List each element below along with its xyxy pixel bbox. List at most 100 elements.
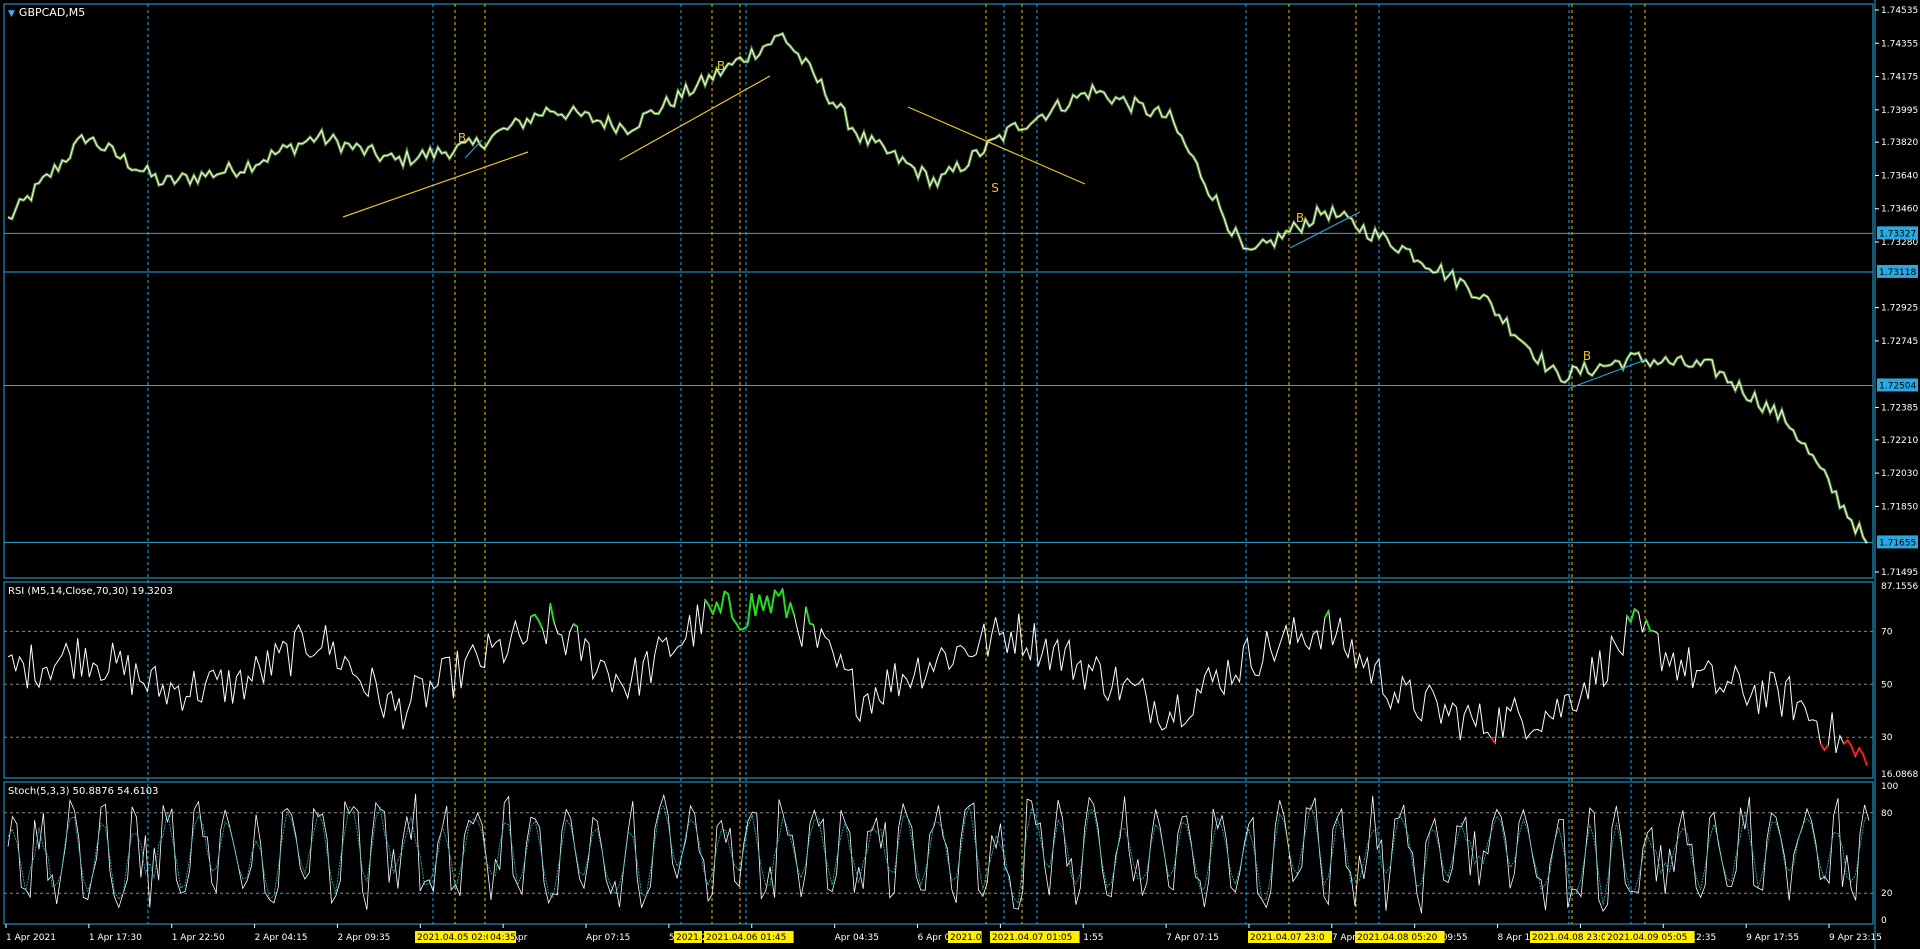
price-tick-label: 1.73280 <box>1881 238 1918 248</box>
stoch-signal-line <box>7 804 1870 906</box>
dropdown-triangle-icon[interactable]: ▼ <box>8 9 15 19</box>
time-axis-label: 2 Apr 04:15 <box>255 933 308 943</box>
time-axis-label: 9 Apr 23:15 <box>1829 933 1882 943</box>
rsi-oversold-segment <box>1862 754 1868 766</box>
rsi-overbought-segment <box>804 606 811 624</box>
time-axis-label: 7 Apr <box>1332 933 1356 943</box>
stoch-label: Stoch(5,3,3) 50.8876 54.6103 <box>8 786 159 797</box>
signal-marker: B <box>458 131 466 145</box>
time-highlight-label: 04:35 <box>490 933 516 943</box>
price-tick-label: 1.73995 <box>1881 106 1918 116</box>
price-panel-frame <box>3 3 1874 579</box>
time-axis-label: 7 Apr 07:15 <box>1166 933 1219 943</box>
rsi-overbought-segment <box>758 594 765 611</box>
price-tick-label: 1.72030 <box>1881 469 1918 479</box>
rsi-oversold-segment <box>1854 747 1861 757</box>
rsi-overbought-segment <box>1323 610 1330 619</box>
rsi-overbought-segment <box>1633 608 1640 613</box>
price-line-glow <box>7 31 1869 545</box>
price-tick-label: 1.71495 <box>1881 568 1918 578</box>
rsi-oversold-segment <box>1858 747 1864 755</box>
rsi-axis-label: 30 <box>1881 733 1893 743</box>
level-price-label: 1.72504 <box>1879 381 1916 391</box>
stoch-axis-label: 80 <box>1881 809 1893 819</box>
price-tick-label: 1.74175 <box>1881 73 1918 83</box>
rsi-oversold-segment <box>1490 737 1497 744</box>
symbol-label: GBPCAD,M5 <box>18 6 86 19</box>
rsi-line <box>7 587 1868 766</box>
level-price-label: 1.71655 <box>1879 538 1916 548</box>
price-tick-label: 1.72925 <box>1881 304 1918 314</box>
rsi-overbought-segment <box>537 620 544 630</box>
rsi-overbought-segment <box>789 602 796 616</box>
price-tick-label: 1.71850 <box>1881 502 1918 512</box>
time-axis-label: 1 Apr 17:30 <box>89 933 142 943</box>
signal-marker: B <box>1583 349 1591 363</box>
rsi-overbought-segment <box>731 617 737 624</box>
rsi-overbought-segment <box>750 592 757 617</box>
rsi-oversold-segment <box>1819 742 1826 751</box>
time-highlight-label: 2021.04.09 05:05 <box>1607 933 1687 943</box>
time-axis-label: 1:55 <box>1083 933 1103 943</box>
time-axis-label: 2 Apr 09:35 <box>337 933 390 943</box>
rsi-overbought-segment <box>530 613 536 618</box>
price-tick-label: 1.72210 <box>1881 436 1918 446</box>
price-tick-label: 1.73820 <box>1881 138 1918 148</box>
rsi-overbought-segment <box>1645 619 1652 631</box>
price-tick-label: 1.73460 <box>1881 205 1918 215</box>
rsi-oversold-segment <box>1823 744 1830 751</box>
rsi-overbought-segment <box>754 594 761 617</box>
price-tick-label: 1.74355 <box>1881 39 1918 49</box>
rsi-overbought-segment <box>572 623 578 628</box>
rsi-axis-label: 70 <box>1881 627 1893 637</box>
rsi-overbought-segment <box>785 602 792 619</box>
time-axis-label: Apr 07:15 <box>586 933 630 943</box>
rsi-axis-label: 16.0868 <box>1881 770 1918 780</box>
stoch-axis-label: 20 <box>1881 889 1893 899</box>
rsi-overbought-segment <box>735 622 741 631</box>
time-highlight-label: 2021.04.06 01:45 <box>706 933 786 943</box>
level-price-label: 1.73327 <box>1879 229 1916 239</box>
stoch-axis-label: 100 <box>1881 782 1898 792</box>
stoch-panel-frame <box>3 781 1874 925</box>
price-line <box>7 33 1868 544</box>
price-tick-label: 1.72745 <box>1881 337 1918 347</box>
price-tick-label: 1.74535 <box>1881 6 1918 16</box>
signal-marker: B <box>717 59 725 73</box>
rsi-label: RSI (M5,14,Close,70,30) 19.3203 <box>8 586 173 597</box>
rsi-axis-label: 50 <box>1881 680 1893 690</box>
rsi-overbought-segment <box>781 588 788 619</box>
trendline <box>907 106 1086 185</box>
rsi-overbought-segment <box>769 590 776 614</box>
rsi-panel-frame <box>3 581 1874 779</box>
rsi-overbought-segment <box>533 613 540 622</box>
trendline <box>342 151 529 218</box>
time-highlight-label: 2021.04.08 23:00 <box>1532 933 1613 943</box>
symbol-title[interactable]: ▼ GBPCAD,M5 <box>8 6 85 19</box>
time-highlight-label: 2021.04.05 02:00 <box>417 933 498 943</box>
level-price-label: 1.73118 <box>1879 268 1916 278</box>
rsi-oversold-segment <box>1846 739 1853 747</box>
rsi-overbought-segment <box>739 628 745 631</box>
rsi-overbought-segment <box>766 595 772 614</box>
time-axis-label: 1 Apr 22:50 <box>172 933 225 943</box>
time-axis-label: 9 Apr 17:55 <box>1746 933 1799 943</box>
time-highlight-label: 2021.0 <box>950 933 982 943</box>
signal-marker: S <box>991 181 999 195</box>
rsi-overbought-segment <box>711 602 718 615</box>
rsi-overbought-segment <box>762 595 769 611</box>
time-highlight-label: 2021.04.08 05:20 <box>1357 933 1438 943</box>
chart-canvas: 1.74535 1.74355 1.74175 1.73995 1.73820 1.736… <box>3 0 1918 949</box>
rsi-oversold-segment <box>1850 745 1857 757</box>
rsi-overbought-segment <box>549 602 556 623</box>
rsi-overbought-segment <box>809 622 814 626</box>
rsi-overbought-segment <box>704 599 710 607</box>
rsi-overbought-segment <box>719 591 726 613</box>
time-axis-label: 1 Apr 2021 <box>6 933 56 943</box>
signal-marker: B <box>1296 211 1304 225</box>
rsi-overbought-segment <box>1649 629 1655 633</box>
time-highlight-label: 2021. <box>676 933 702 943</box>
rsi-axis-label: 87.1556 <box>1881 582 1918 592</box>
rsi-overbought-segment <box>743 624 749 630</box>
rsi-overbought-segment <box>727 594 734 618</box>
